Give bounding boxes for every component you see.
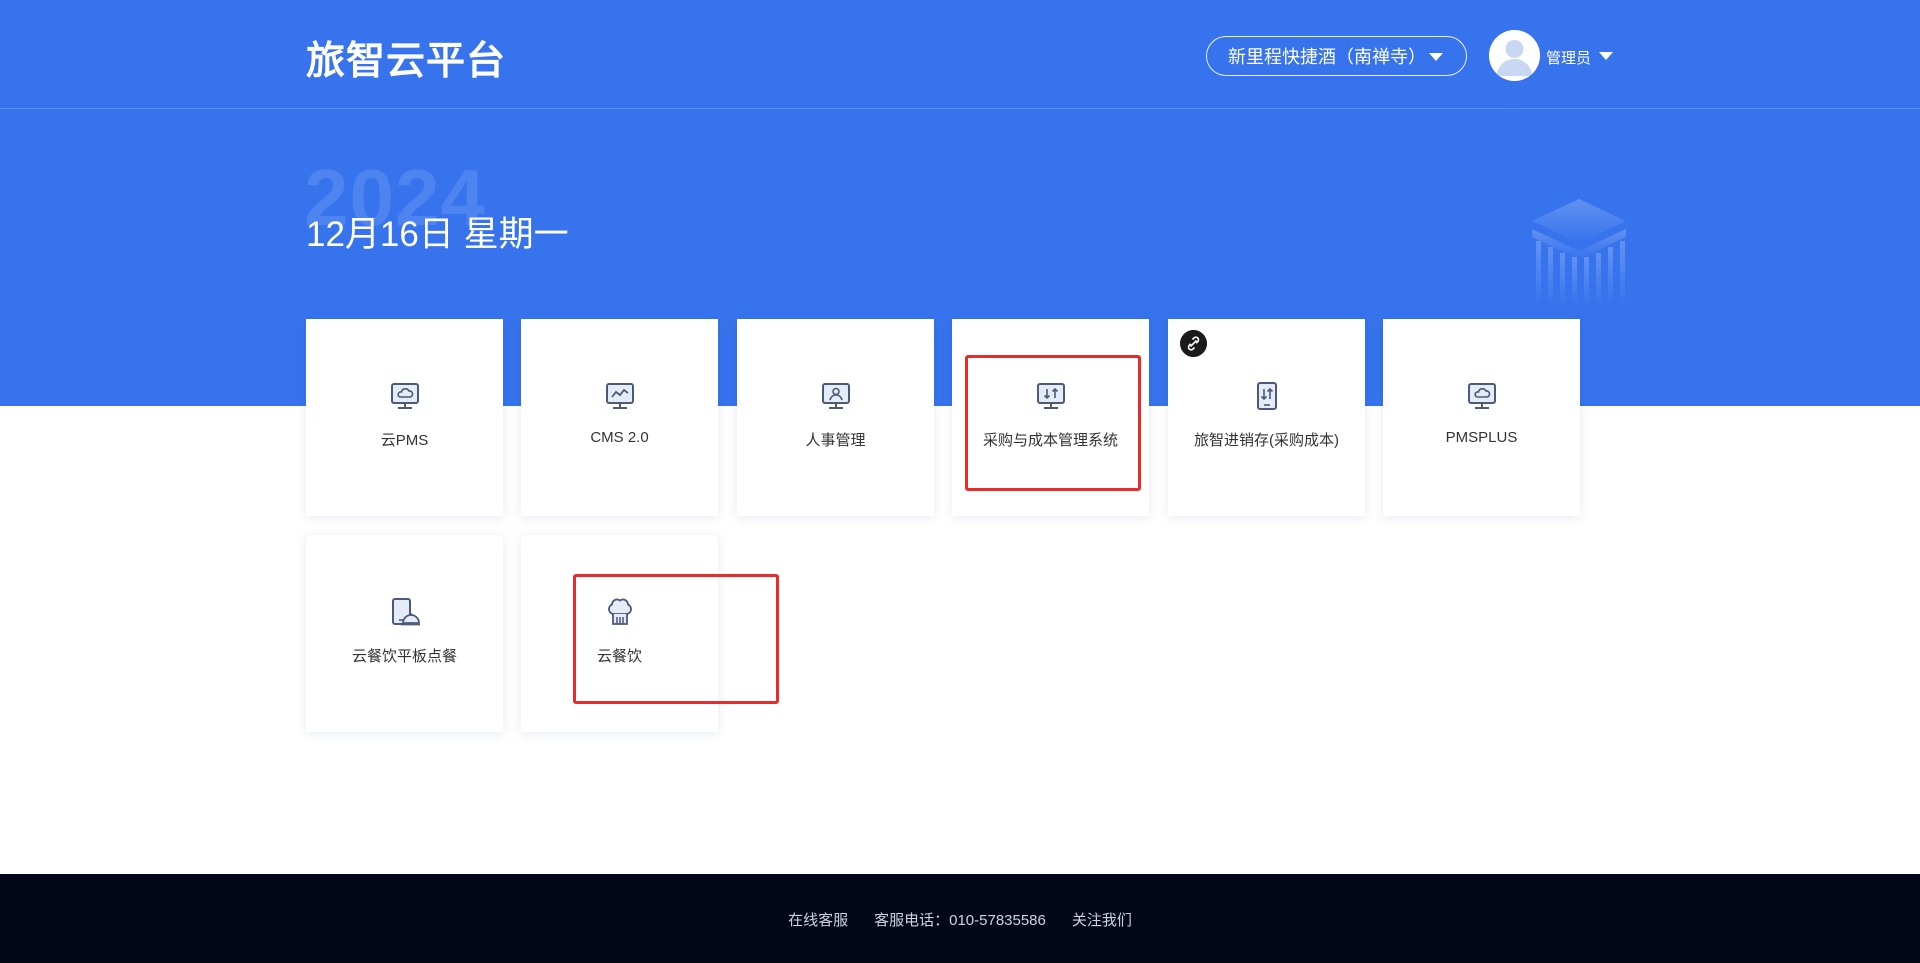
app-card-cloud-pms[interactable]: 云PMS (306, 319, 503, 516)
avatar-icon (1489, 30, 1540, 81)
app-label: CMS 2.0 (590, 429, 649, 446)
monitor-chart-icon (606, 383, 634, 409)
app-card-cms[interactable]: CMS 2.0 (521, 319, 718, 516)
hotel-selector-label: 新里程快捷酒（南禅寺） (1228, 47, 1426, 67)
app-label: 云PMS (380, 432, 429, 449)
top-header: 旅智云平台 新里程快捷酒（南禅寺） 管理员 (0, 0, 1920, 109)
footer-link-phone[interactable]: 客服电话：010-57835586 (874, 909, 1046, 930)
app-label: PMSPLUS (1445, 429, 1518, 446)
app-card-tablet-ordering[interactable]: 云餐饮平板点餐 (306, 535, 503, 732)
user-menu-chevron-icon[interactable] (1599, 52, 1613, 60)
link-icon (1180, 330, 1207, 357)
building-decoration-icon (1532, 199, 1626, 307)
app-label: 人事管理 (805, 432, 866, 449)
monitor-cloud-icon (391, 383, 419, 409)
highlight-box-procurement (965, 355, 1141, 491)
footer: 在线客服 客服电话：010-57835586 关注我们 (0, 874, 1920, 963)
app-label: 云餐饮平板点餐 (351, 648, 457, 665)
brand-title: 旅智云平台 (306, 40, 507, 83)
footer-link-online-service[interactable]: 在线客服 (788, 909, 848, 930)
app-card-inventory[interactable]: 旅智进销存(采购成本) (1168, 319, 1365, 516)
footer-links: 在线客服 客服电话：010-57835586 关注我们 (0, 909, 1920, 930)
app-card-pmsplus[interactable]: PMSPLUS (1383, 319, 1580, 516)
app-label: 旅智进销存(采购成本) (1194, 432, 1339, 449)
user-name[interactable]: 管理员 (1546, 47, 1591, 68)
hotel-selector[interactable]: 新里程快捷酒（南禅寺） (1206, 36, 1467, 76)
monitor-cloud-icon (1468, 383, 1496, 409)
tablet-transfer-icon (1257, 382, 1277, 410)
footer-link-follow-us[interactable]: 关注我们 (1072, 909, 1132, 930)
user-avatar[interactable] (1489, 30, 1540, 81)
current-date: 12月16日 星期一 (306, 215, 569, 254)
highlight-box-catering (573, 574, 779, 704)
chevron-down-icon (1429, 53, 1443, 61)
tablet-cloche-icon (392, 598, 420, 626)
app-card-hr[interactable]: 人事管理 (737, 319, 934, 516)
monitor-person-icon (822, 383, 850, 409)
